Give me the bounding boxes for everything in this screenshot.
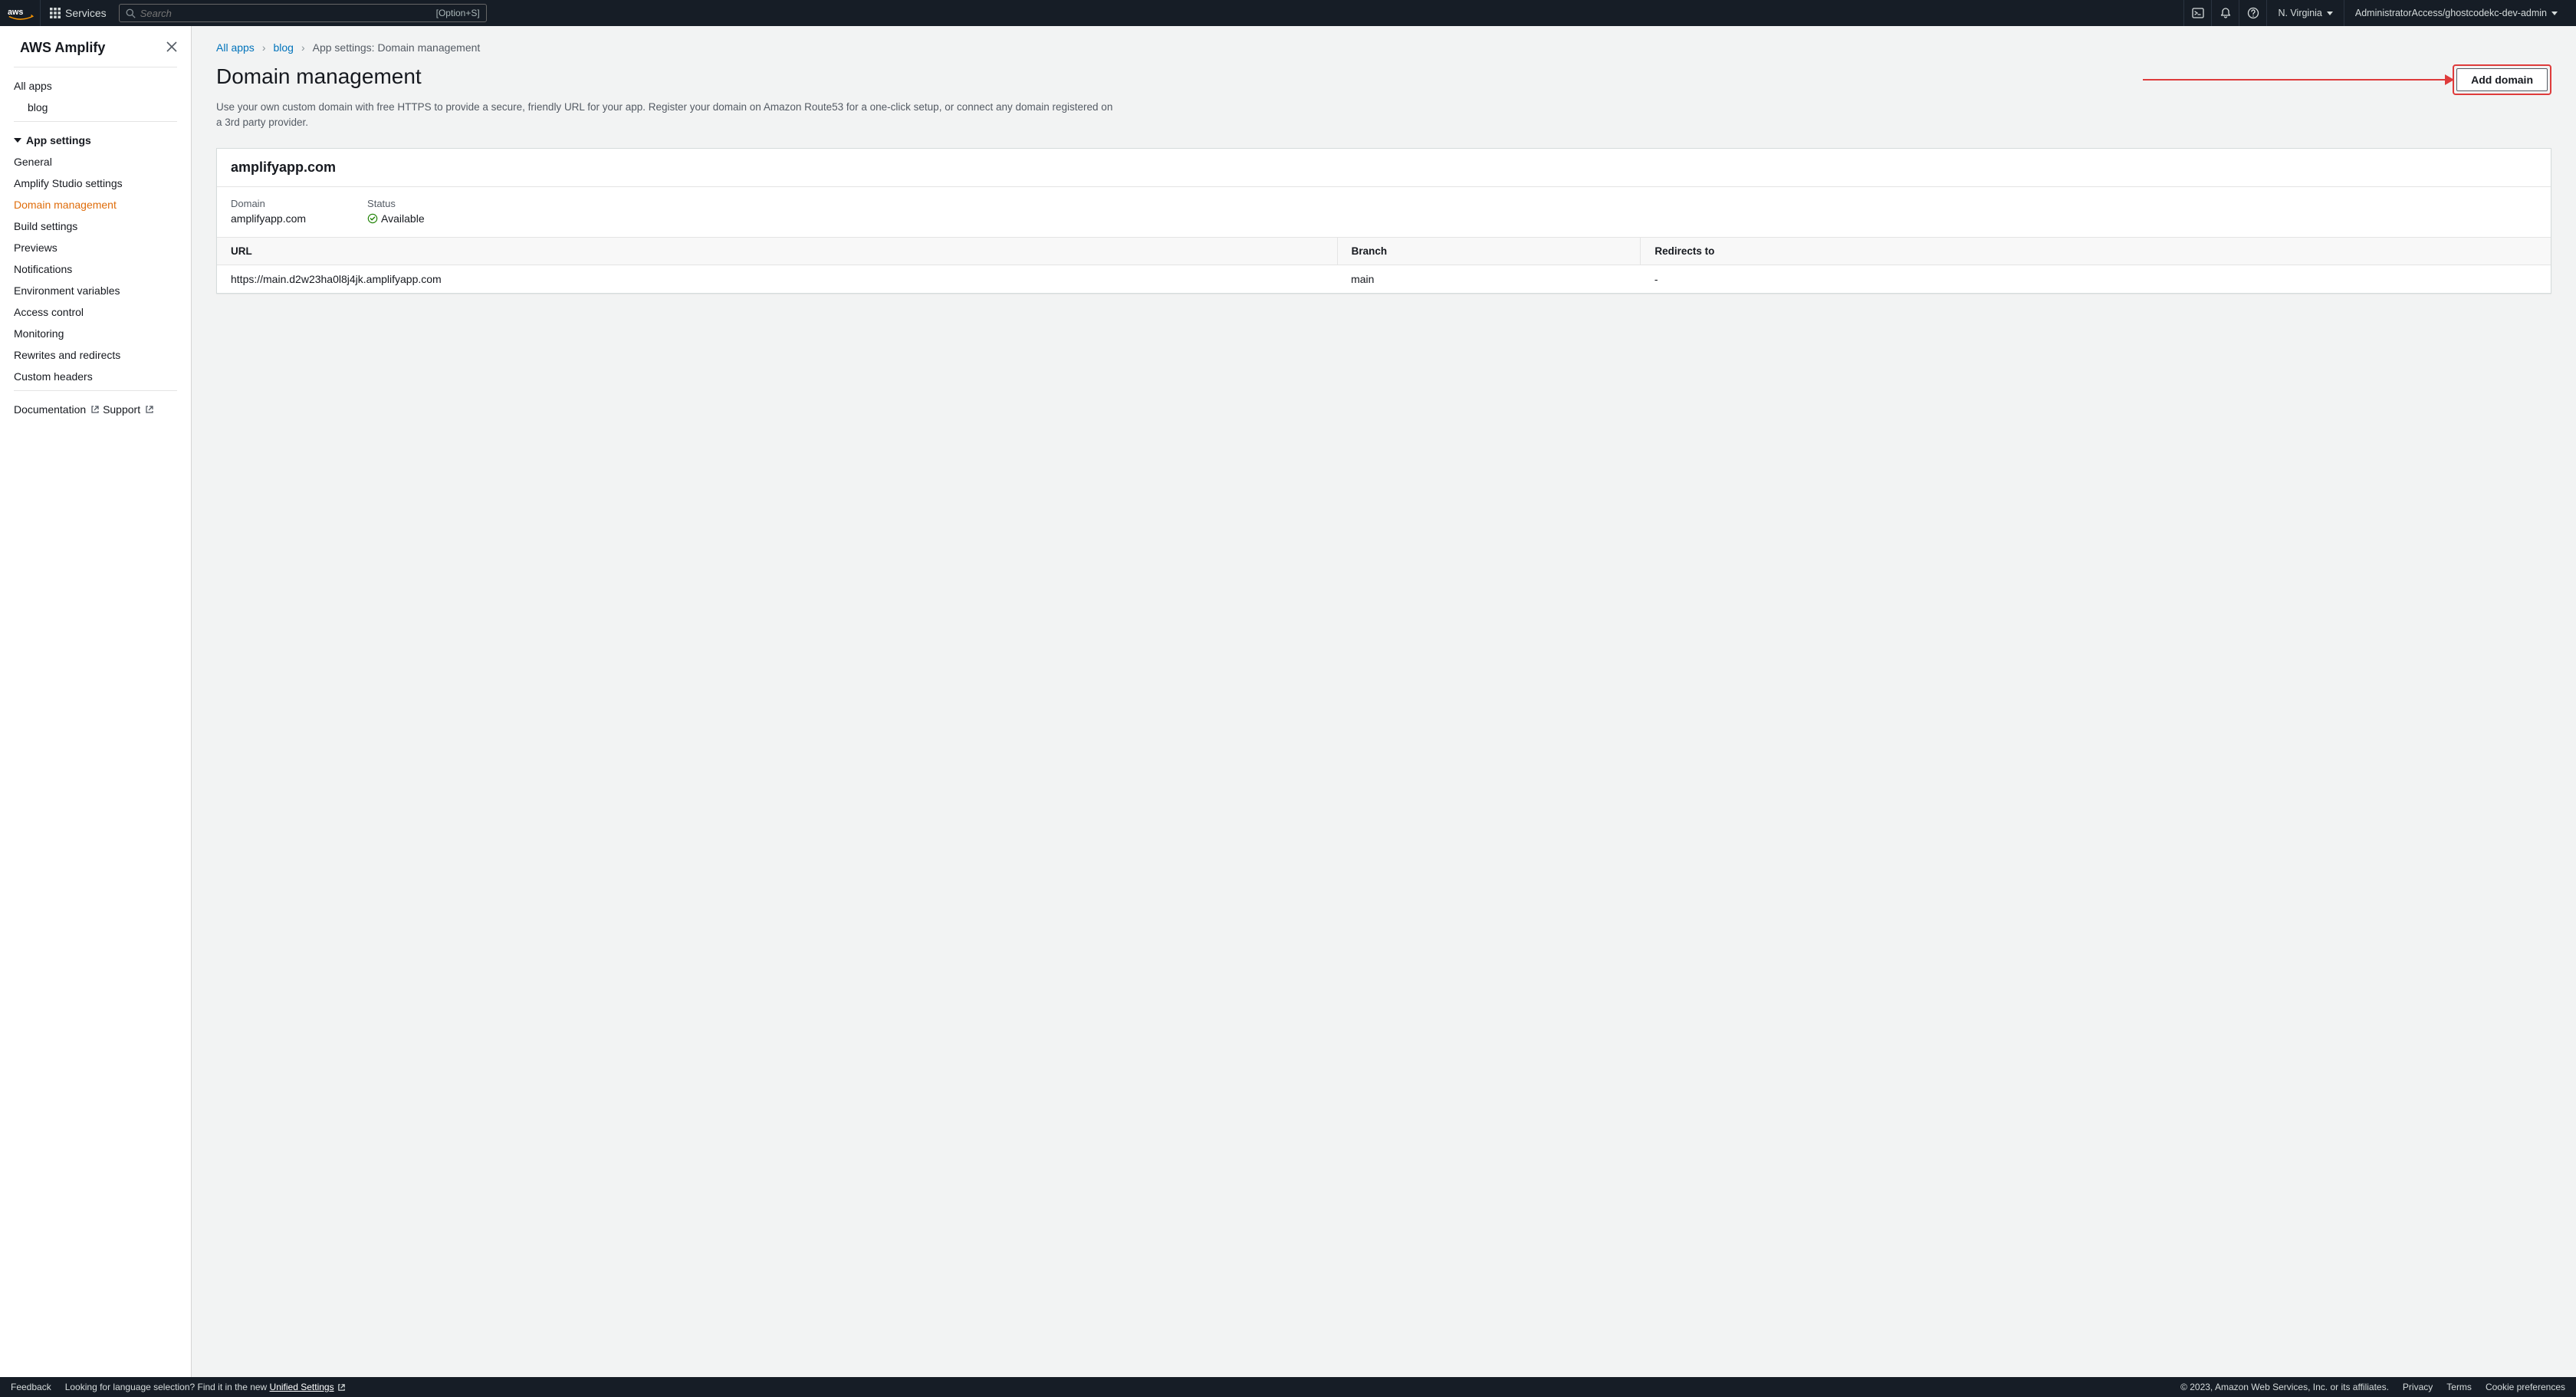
external-link-icon (90, 405, 100, 414)
sidebar-group-app-settings[interactable]: App settings (14, 130, 177, 151)
sidebar-item-notifications[interactable]: Notifications (14, 258, 177, 280)
bell-icon (2220, 7, 2232, 19)
sidebar-item-monitoring[interactable]: Monitoring (14, 323, 177, 344)
sidebar: AWS Amplify All apps blog App settings G… (0, 26, 192, 1377)
external-link-icon (145, 405, 154, 414)
table-row: https://main.d2w23ha0l8j4jk.amplifyapp.c… (217, 265, 2551, 293)
close-icon (166, 41, 177, 52)
sidebar-docs-label: Documentation (14, 403, 86, 416)
caret-down-icon (2327, 12, 2333, 15)
account-label: AdministratorAccess/ghostcodekc-dev-admi… (2355, 8, 2547, 18)
search-wrap: [Option+S] (119, 4, 487, 22)
cloudshell-button[interactable] (2183, 0, 2211, 26)
footer-feedback[interactable]: Feedback (11, 1382, 51, 1392)
page-description: Use your own custom domain with free HTT… (216, 100, 1121, 131)
footer-cookie[interactable]: Cookie preferences (2486, 1382, 2565, 1392)
top-nav: aws Services [Option+S] N. Virginia Admi… (0, 0, 2576, 26)
help-icon (2247, 7, 2259, 19)
chevron-right-icon: › (262, 41, 266, 54)
external-link-icon (337, 1383, 346, 1392)
breadcrumb-blog[interactable]: blog (273, 41, 293, 54)
domain-card-title: amplifyapp.com (231, 159, 2537, 176)
add-domain-button[interactable]: Add domain (2456, 68, 2548, 91)
col-url: URL (217, 238, 1337, 265)
footer-terms[interactable]: Terms (2446, 1382, 2472, 1392)
domain-card: amplifyapp.com Domain amplifyapp.com Sta… (216, 148, 2551, 294)
domain-label: Domain (231, 198, 306, 209)
aws-logo[interactable]: aws (8, 0, 41, 26)
domain-table: URL Branch Redirects to https://main.d2w… (217, 238, 2551, 293)
sidebar-documentation[interactable]: Documentation (14, 399, 100, 420)
footer-unified-settings[interactable]: Unified Settings (270, 1382, 346, 1392)
sidebar-all-apps[interactable]: All apps (14, 75, 177, 97)
page-title: Domain management (216, 64, 422, 89)
cell-redirects: - (1641, 265, 2551, 293)
footer-lang-text: Looking for language selection? Find it … (65, 1382, 346, 1392)
footer-copyright: © 2023, Amazon Web Services, Inc. or its… (2180, 1382, 2389, 1392)
check-circle-icon (367, 213, 378, 224)
col-branch: Branch (1337, 238, 1641, 265)
search-icon (126, 8, 136, 18)
status-text: Available (381, 212, 425, 225)
grid-icon (50, 8, 61, 18)
cloudshell-icon (2192, 7, 2204, 19)
account-menu[interactable]: AdministratorAccess/ghostcodekc-dev-admi… (2344, 0, 2568, 26)
sidebar-item-amplify-studio-settings[interactable]: Amplify Studio settings (14, 173, 177, 194)
cell-url: https://main.d2w23ha0l8j4jk.amplifyapp.c… (217, 265, 1337, 293)
sidebar-support-label: Support (103, 403, 140, 416)
status-value: Available (367, 212, 425, 225)
services-label: Services (65, 7, 107, 19)
domain-value: amplifyapp.com (231, 212, 306, 225)
caret-down-icon (2551, 12, 2558, 15)
search-input[interactable] (136, 8, 436, 19)
sidebar-item-domain-management[interactable]: Domain management (14, 194, 177, 215)
breadcrumb-all-apps[interactable]: All apps (216, 41, 255, 54)
search-input-container[interactable]: [Option+S] (119, 4, 487, 22)
sidebar-app-blog[interactable]: blog (14, 97, 177, 118)
notifications-button[interactable] (2211, 0, 2239, 26)
search-kbd-hint: [Option+S] (436, 8, 480, 18)
sidebar-item-custom-headers[interactable]: Custom headers (14, 366, 177, 387)
sidebar-item-environment-variables[interactable]: Environment variables (14, 280, 177, 301)
sidebar-item-rewrites-and-redirects[interactable]: Rewrites and redirects (14, 344, 177, 366)
sidebar-item-build-settings[interactable]: Build settings (14, 215, 177, 237)
breadcrumb: All apps › blog › App settings: Domain m… (216, 41, 2551, 54)
help-button[interactable] (2239, 0, 2266, 26)
chevron-right-icon: › (301, 41, 305, 54)
main-content: All apps › blog › App settings: Domain m… (192, 26, 2576, 1377)
sidebar-item-access-control[interactable]: Access control (14, 301, 177, 323)
sidebar-item-previews[interactable]: Previews (14, 237, 177, 258)
footer-privacy[interactable]: Privacy (2403, 1382, 2433, 1392)
sidebar-item-general[interactable]: General (14, 151, 177, 173)
footer: Feedback Looking for language selection?… (0, 1377, 2576, 1397)
sidebar-support[interactable]: Support (103, 399, 154, 420)
cell-branch: main (1337, 265, 1641, 293)
add-domain-highlight: Add domain (2453, 64, 2551, 95)
sidebar-title: AWS Amplify (20, 40, 105, 56)
services-menu[interactable]: Services (41, 0, 116, 26)
status-label: Status (367, 198, 425, 209)
svg-text:aws: aws (8, 8, 23, 17)
region-selector[interactable]: N. Virginia (2266, 0, 2343, 26)
sidebar-group-label: App settings (26, 134, 91, 146)
sidebar-close-button[interactable] (166, 40, 177, 56)
region-label: N. Virginia (2278, 8, 2321, 18)
chevron-down-icon (14, 138, 21, 143)
breadcrumb-current: App settings: Domain management (313, 41, 481, 54)
col-redirects: Redirects to (1641, 238, 2551, 265)
annotation-arrow (2143, 79, 2450, 81)
